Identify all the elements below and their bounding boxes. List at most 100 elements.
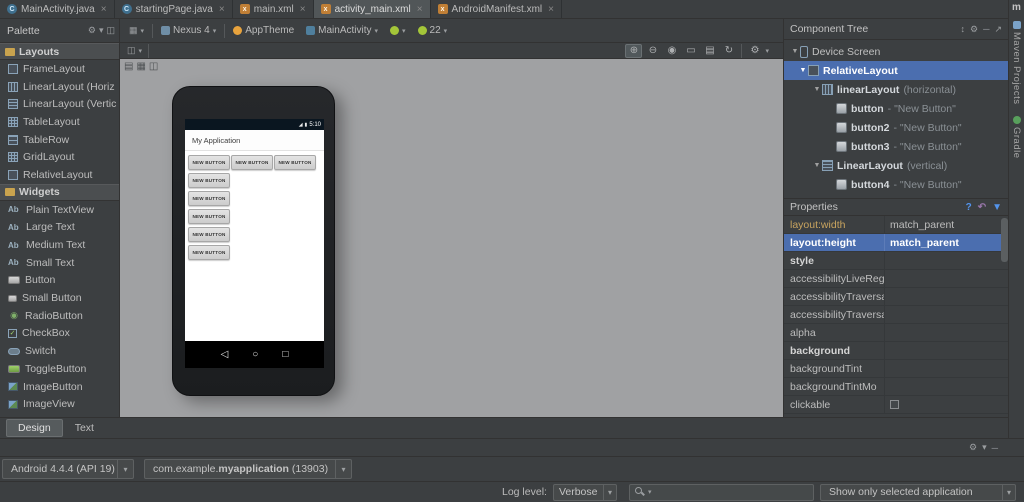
close-icon[interactable]: ×	[219, 4, 225, 15]
property-value[interactable]	[884, 288, 1008, 305]
tree-node-relativelayout[interactable]: ▼ RelativeLayout	[784, 61, 1008, 80]
locale-selector[interactable]: ▾	[384, 19, 412, 42]
log-level-select[interactable]: Verbose ▾	[552, 483, 617, 501]
gear-icon[interactable]: ⚙	[88, 25, 96, 36]
zoom-in-icon[interactable]: ⊕	[625, 43, 643, 58]
hide-panel-icon[interactable]: ─	[992, 443, 998, 453]
panel-icon[interactable]: ◫	[106, 25, 115, 36]
tab-text[interactable]: Text	[63, 419, 106, 437]
tool-button-gradle[interactable]: Gradle	[1011, 127, 1022, 159]
palette-item-framelayout[interactable]: FrameLayout	[0, 60, 119, 78]
preview-button[interactable]: NEW BUTTON	[188, 209, 230, 224]
nav-back-icon[interactable]: ◁	[221, 349, 229, 360]
float-icon[interactable]: ↗	[994, 24, 1002, 35]
tab-main-xml[interactable]: x main.xml ×	[233, 0, 314, 18]
preview-button[interactable]: NEW BUTTON	[231, 155, 273, 170]
property-value[interactable]	[884, 324, 1008, 341]
palette-item-large-text[interactable]: Ab Large Text	[0, 219, 119, 237]
palette-item-radiobutton[interactable]: ◉ RadioButton	[0, 307, 119, 325]
chevron-down-icon[interactable]: ▾	[99, 25, 104, 36]
tree-node-button[interactable]: button - "New Button"	[784, 99, 1008, 118]
zoom-actual-icon[interactable]: ◉	[663, 44, 680, 58]
api-selector[interactable]: 22 ▾	[412, 19, 454, 42]
close-icon[interactable]: ×	[417, 4, 423, 15]
sort-icon[interactable]: ↕	[960, 24, 965, 34]
zoom-fit-icon[interactable]: ▭	[682, 44, 699, 58]
palette-section-layouts[interactable]: Layouts	[0, 43, 119, 60]
palette-item-linearlayout-vertical[interactable]: LinearLayout (Vertic	[0, 95, 119, 113]
tab-design[interactable]: Design	[6, 419, 63, 437]
palette-item-small-button[interactable]: Small Button	[0, 289, 119, 307]
palette-item-small-text[interactable]: Ab Small Text	[0, 254, 119, 272]
palette-item-linearlayout-horizontal[interactable]: LinearLayout (Horiz	[0, 78, 119, 96]
preview-icon[interactable]: ▤	[701, 44, 718, 58]
tab-androidmanifest-xml[interactable]: x AndroidManifest.xml ×	[431, 0, 562, 18]
gear-icon[interactable]: ⚙	[970, 24, 978, 35]
property-row[interactable]: clickable	[784, 396, 1008, 414]
tab-startingpage-java[interactable]: C startingPage.java ×	[115, 0, 233, 18]
help-icon[interactable]: ?	[966, 202, 972, 213]
tab-mainactivity-java[interactable]: C MainActivity.java ×	[0, 0, 115, 18]
palette-item-gridlayout[interactable]: GridLayout	[0, 148, 119, 166]
close-icon[interactable]: ×	[548, 4, 554, 15]
chevron-down-icon[interactable]: ▾	[982, 442, 987, 453]
palette-item-imagebutton[interactable]: ImageButton	[0, 378, 119, 396]
process-dropdown[interactable]: com.example.myapplication (13903) ▾	[144, 459, 352, 479]
preview-button[interactable]: NEW BUTTON	[188, 191, 230, 206]
device-dropdown[interactable]: Android 4.4.4 (API 19) ▾	[2, 459, 134, 479]
log-filter-dropdown[interactable]: Show only selected application ▾	[820, 483, 1016, 501]
palette-item-plain-textview[interactable]: Ab Plain TextView	[0, 201, 119, 219]
gear-icon[interactable]: ⚙	[969, 442, 977, 453]
config-button[interactable]: ▦ ▾	[120, 19, 150, 42]
property-value[interactable]: match_parent	[884, 234, 1008, 251]
tree-node-linearlayout-horizontal[interactable]: ▼ linearLayout (horizontal)	[784, 80, 1008, 99]
property-value[interactable]: match_parent	[884, 216, 1008, 233]
property-row[interactable]: accessibilityTraversa	[784, 306, 1008, 324]
preview-button[interactable]: NEW BUTTON	[188, 173, 230, 188]
tree-node-button3[interactable]: button3 - "New Button"	[784, 137, 1008, 156]
zoom-out-icon[interactable]: ⊖	[644, 44, 661, 58]
property-row[interactable]: layout:width match_parent	[784, 216, 1008, 234]
property-value[interactable]	[884, 306, 1008, 323]
palette-item-imageview[interactable]: ImageView	[0, 395, 119, 413]
refresh-icon[interactable]: ↻	[720, 44, 737, 58]
property-value[interactable]	[884, 270, 1008, 287]
palette-section-widgets[interactable]: Widgets	[0, 183, 119, 201]
layout-variant-button[interactable]: ◫ ▾	[120, 43, 146, 58]
preview-button[interactable]: NEW BUTTON	[188, 245, 230, 260]
palette-item-switch[interactable]: Switch	[0, 342, 119, 360]
property-row-selected[interactable]: layout:height match_parent	[784, 234, 1008, 252]
preview-button[interactable]: NEW BUTTON	[188, 227, 230, 242]
gear-icon[interactable]: ⚙	[746, 44, 763, 58]
property-row[interactable]: accessibilityTraversa	[784, 288, 1008, 306]
design-canvas[interactable]: ▤ ▦ ◫ ◢ ▮ 5:10 My Application NEW BUTTON…	[120, 59, 783, 417]
filter-icon[interactable]: ▼	[992, 202, 1002, 213]
palette-item-togglebutton[interactable]: ToggleButton	[0, 360, 119, 378]
tab-activity-main-xml[interactable]: x activity_main.xml ×	[313, 0, 431, 18]
tree-node-linearlayout-vertical[interactable]: ▼ LinearLayout (vertical)	[784, 156, 1008, 175]
property-row[interactable]: accessibilityLiveReg	[784, 270, 1008, 288]
checkbox[interactable]	[890, 400, 899, 409]
preview-button[interactable]: NEW BUTTON	[188, 155, 230, 170]
theme-selector[interactable]: AppTheme	[227, 19, 300, 42]
property-row[interactable]: backgroundTint	[784, 360, 1008, 378]
device-selector[interactable]: Nexus 4 ▾	[155, 19, 222, 42]
expand-icon[interactable]: ▼	[790, 48, 800, 55]
activity-selector[interactable]: MainActivity ▾	[300, 19, 384, 42]
rows-icon[interactable]: ▤	[124, 61, 133, 72]
nav-recents-icon[interactable]: □	[282, 349, 288, 360]
property-row[interactable]: backgroundTintMo	[784, 378, 1008, 396]
preview-button[interactable]: NEW BUTTON	[274, 155, 316, 170]
undo-icon[interactable]: ↶	[978, 202, 986, 213]
expand-icon[interactable]: ▼	[812, 86, 822, 93]
close-icon[interactable]: ×	[300, 4, 306, 15]
palette-item-relativelayout[interactable]: RelativeLayout	[0, 166, 119, 184]
expand-icon[interactable]: ▼	[798, 67, 808, 74]
property-row[interactable]: style	[784, 252, 1008, 270]
palette-item-tablerow[interactable]: TableRow	[0, 131, 119, 149]
tree-node-device-screen[interactable]: ▼ Device Screen	[784, 42, 1008, 61]
palette-item-button[interactable]: Button	[0, 272, 119, 290]
close-icon[interactable]: ×	[101, 4, 107, 15]
device-mockup[interactable]: ◢ ▮ 5:10 My Application NEW BUTTON NEW B…	[172, 86, 335, 396]
property-row[interactable]: background	[784, 342, 1008, 360]
